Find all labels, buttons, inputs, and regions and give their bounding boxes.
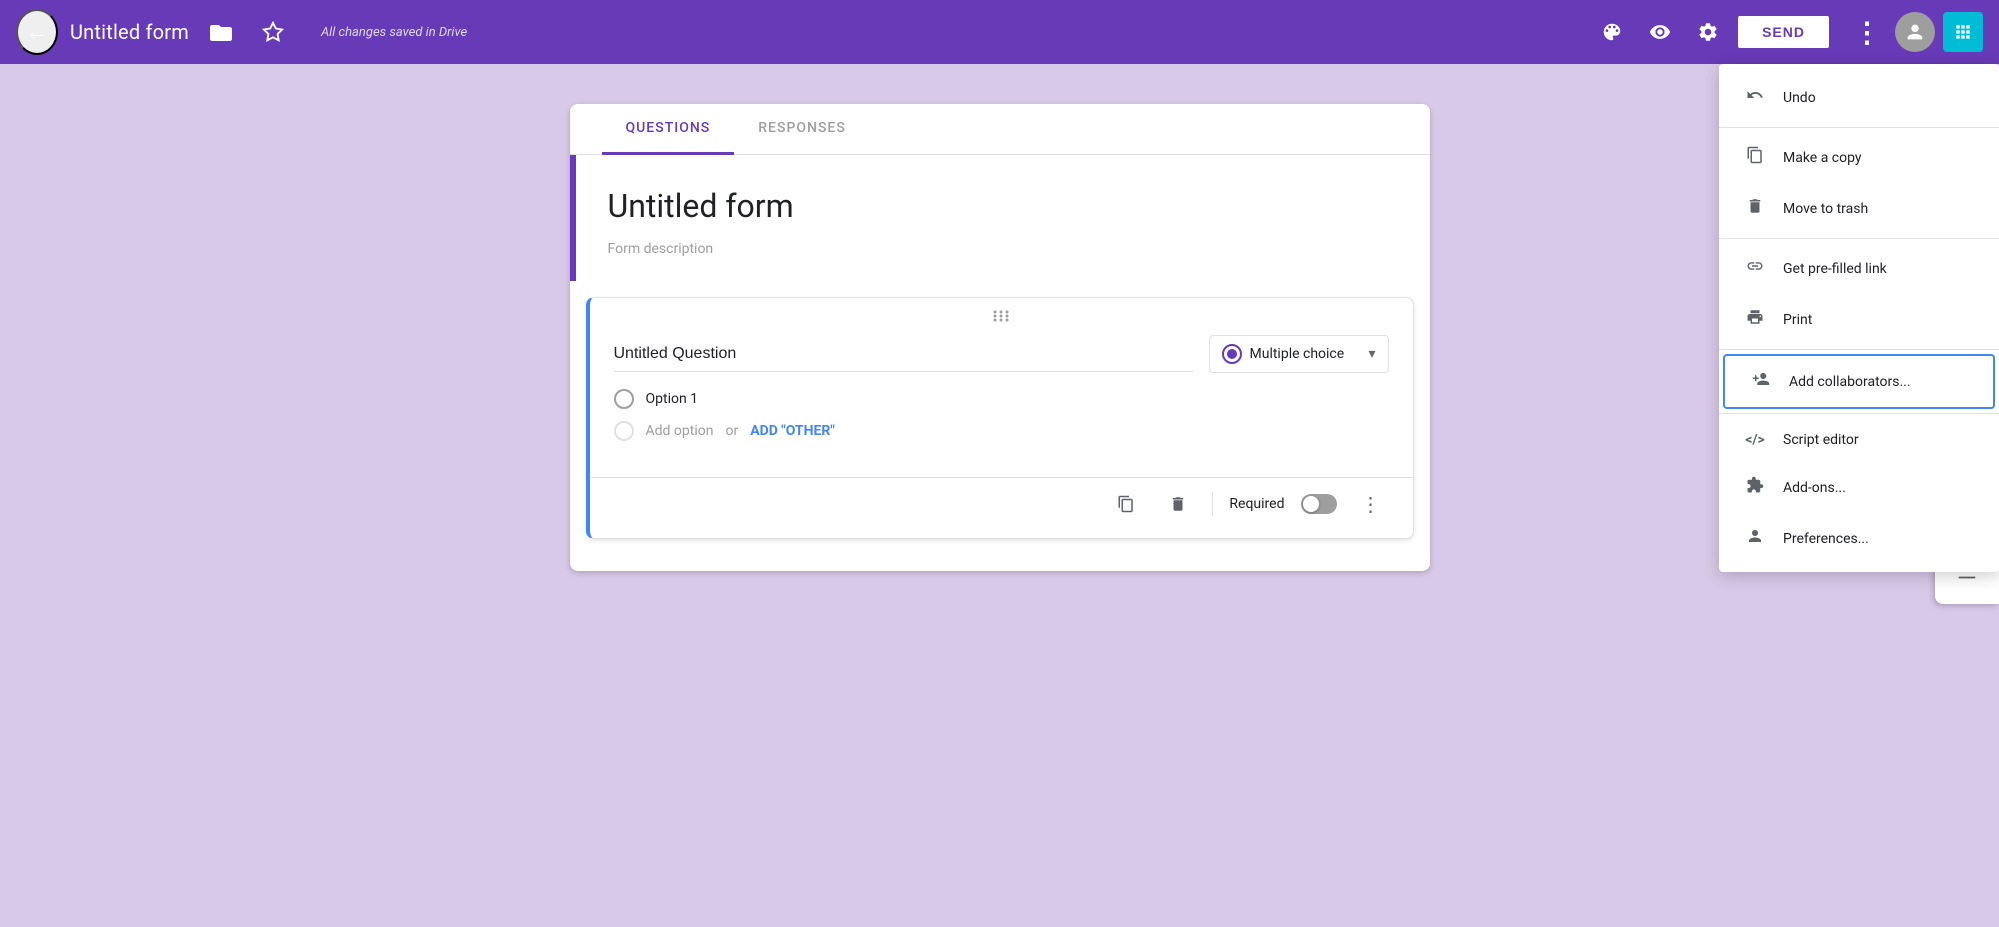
toggle-knob: [1303, 496, 1319, 512]
header-right: SEND ⋮: [1592, 12, 1983, 52]
menu-divider-4: [1719, 413, 1999, 414]
main-content: QUESTIONS RESPONSES Untitled form Form d…: [0, 64, 1999, 927]
script-icon: </>: [1743, 432, 1767, 448]
form-header-section: Untitled form Form description: [570, 155, 1430, 281]
questions-container: Multiple choice ▾ Option 1 Add option or…: [570, 297, 1430, 571]
menu-divider-3: [1719, 349, 1999, 350]
folder-button[interactable]: [201, 12, 241, 52]
move-to-trash-label: Move to trash: [1783, 201, 1868, 217]
tab-responses[interactable]: RESPONSES: [734, 104, 870, 155]
question-row: Multiple choice ▾: [614, 335, 1389, 373]
form-title-header: Untitled form: [70, 20, 189, 44]
required-label: Required: [1229, 496, 1284, 512]
make-copy-label: Make a copy: [1783, 150, 1862, 166]
more-menu-button[interactable]: ⋮: [1847, 12, 1887, 52]
form-title: Untitled form: [608, 187, 1398, 225]
add-option-or: or: [725, 423, 738, 439]
settings-button[interactable]: [1688, 12, 1728, 52]
menu-item-add-ons[interactable]: Add-ons...: [1719, 462, 1999, 513]
add-ons-label: Add-ons...: [1783, 480, 1846, 496]
link-icon: [1743, 257, 1767, 280]
trash-icon: [1743, 197, 1767, 220]
question-body: Multiple choice ▾ Option 1 Add option or…: [590, 335, 1413, 469]
app-header: ← Untitled form All changes saved in Dri…: [0, 0, 1999, 64]
saved-status: All changes saved in Drive: [321, 25, 467, 40]
footer-divider: [1212, 492, 1213, 516]
question-type-label: Multiple choice: [1250, 346, 1345, 362]
add-collaborators-label: Add collaborators...: [1789, 374, 1911, 390]
menu-item-print[interactable]: Print: [1719, 294, 1999, 345]
palette-button[interactable]: [1592, 12, 1632, 52]
radio-circle-add: [614, 421, 634, 441]
prefilled-link-label: Get pre-filled link: [1783, 261, 1887, 277]
dropdown-menu: Undo Make a copy Move to trash Get pre-f…: [1719, 64, 1999, 572]
question-type-selector[interactable]: Multiple choice ▾: [1209, 335, 1389, 373]
print-label: Print: [1783, 312, 1812, 328]
undo-icon: [1743, 86, 1767, 109]
question-footer: Required ⋮: [590, 477, 1413, 538]
tab-questions[interactable]: QUESTIONS: [602, 104, 735, 155]
question-more-button[interactable]: ⋮: [1353, 486, 1389, 522]
add-other-link[interactable]: ADD "OTHER": [750, 423, 835, 439]
google-apps-button[interactable]: [1943, 12, 1983, 52]
menu-divider-1: [1719, 127, 1999, 128]
menu-item-move-to-trash[interactable]: Move to trash: [1719, 183, 1999, 234]
menu-item-make-copy[interactable]: Make a copy: [1719, 132, 1999, 183]
collaborators-icon: [1749, 370, 1773, 393]
radio-circle-1: [614, 389, 634, 409]
avatar-button[interactable]: [1895, 12, 1935, 52]
print-icon: [1743, 308, 1767, 331]
menu-item-preferences[interactable]: Preferences...: [1719, 513, 1999, 564]
menu-item-add-collaborators[interactable]: Add collaborators...: [1723, 354, 1995, 409]
star-button[interactable]: [253, 12, 293, 52]
form-tabs: QUESTIONS RESPONSES: [570, 104, 1430, 155]
option-label-1: Option 1: [646, 391, 699, 407]
preferences-label: Preferences...: [1783, 531, 1869, 547]
form-description: Form description: [608, 241, 1398, 257]
menu-item-script-editor[interactable]: </> Script editor: [1719, 418, 1999, 462]
drag-handle[interactable]: [590, 298, 1413, 335]
undo-label: Undo: [1783, 90, 1816, 106]
multiple-choice-icon: [1222, 344, 1242, 364]
preview-button[interactable]: [1640, 12, 1680, 52]
addons-icon: [1743, 476, 1767, 499]
mc-icon-inner: [1227, 349, 1237, 359]
menu-item-undo[interactable]: Undo: [1719, 72, 1999, 123]
add-option-row: Add option or ADD "OTHER": [614, 421, 1389, 441]
send-button[interactable]: SEND: [1736, 14, 1831, 50]
question-title-input[interactable]: [614, 337, 1193, 372]
menu-divider-2: [1719, 238, 1999, 239]
form-card: QUESTIONS RESPONSES Untitled form Form d…: [570, 104, 1430, 571]
delete-question-button[interactable]: [1160, 486, 1196, 522]
preferences-icon: [1743, 527, 1767, 550]
copy-question-button[interactable]: [1108, 486, 1144, 522]
back-button[interactable]: ←: [16, 9, 58, 55]
menu-item-prefilled-link[interactable]: Get pre-filled link: [1719, 243, 1999, 294]
add-option-label[interactable]: Add option: [646, 423, 714, 439]
copy-icon: [1743, 146, 1767, 169]
required-toggle[interactable]: [1301, 494, 1337, 514]
header-left: ← Untitled form All changes saved in Dri…: [16, 9, 1592, 55]
script-editor-label: Script editor: [1783, 432, 1859, 448]
question-card: Multiple choice ▾ Option 1 Add option or…: [586, 297, 1414, 539]
chevron-down-icon: ▾: [1368, 346, 1375, 362]
option-row-1: Option 1: [614, 389, 1389, 409]
